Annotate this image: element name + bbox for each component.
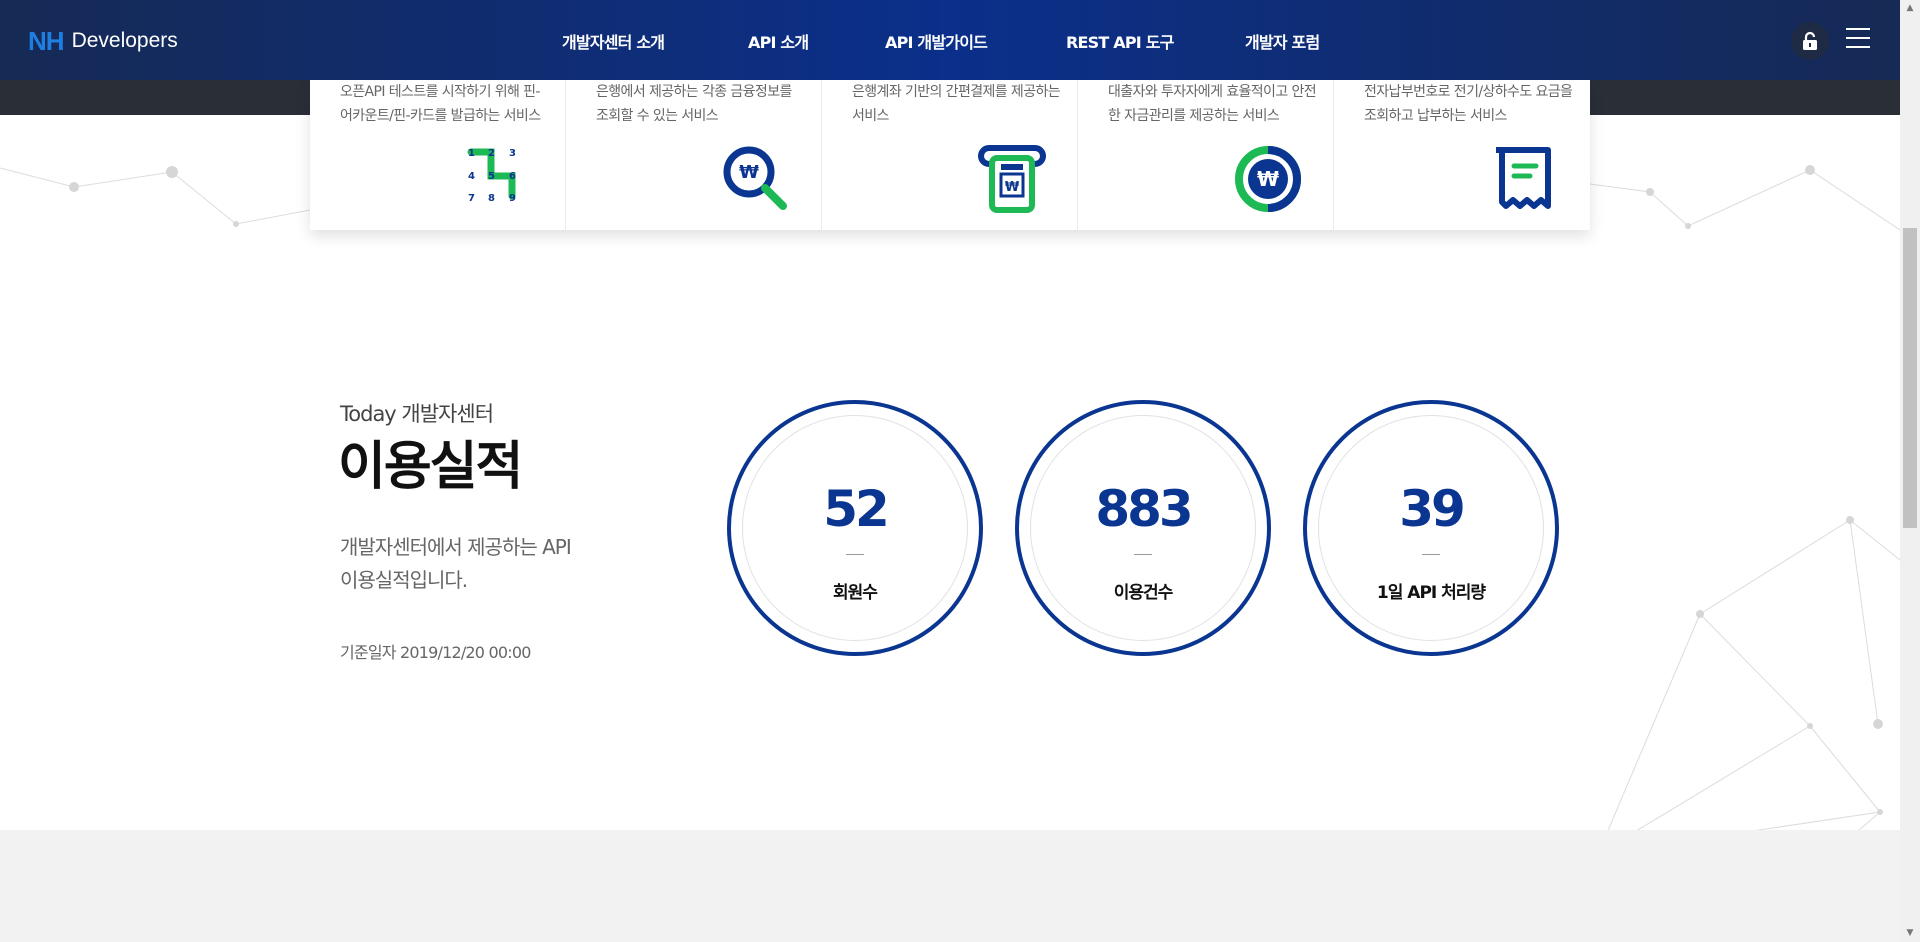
stat-value: 52 — [823, 480, 890, 538]
scroll-thumb[interactable] — [1903, 228, 1917, 528]
nav-item-rest-tool[interactable]: REST API 도구 — [1066, 29, 1174, 53]
lock-open-icon[interactable] — [1791, 22, 1829, 60]
svg-text:₩: ₩ — [1257, 167, 1279, 191]
hamburger-menu-icon[interactable] — [1846, 28, 1870, 52]
stats-desc-line2: 이용실적입니다. — [340, 568, 468, 592]
stat-label: 이용건수 — [1113, 583, 1174, 603]
nav-item-dev-guide[interactable]: API 개발가이드 — [885, 29, 988, 53]
won-search-icon: ₩ — [723, 146, 787, 210]
service-card[interactable]: 전자납부번호로 전기/상하수도 요금을 조회하고 납부하는 서비스 — [1334, 80, 1590, 230]
scroll-down-icon[interactable]: ▼ — [1900, 925, 1920, 942]
receipt-icon — [1496, 147, 1551, 209]
service-desc: 은행에서 제공하는 각종 금융정보를 조회할 수 있는 서비스 — [596, 84, 792, 124]
nav-item-about[interactable]: 개발자센터 소개 — [562, 29, 665, 53]
stat-divider — [1134, 554, 1152, 555]
page-scrollbar[interactable]: ▲ ▼ — [1900, 0, 1920, 942]
grid-digit: 3 — [509, 148, 516, 159]
service-card[interactable]: 은행에서 제공하는 각종 금융정보를 조회할 수 있는 서비스 ₩ — [566, 80, 822, 230]
stat-divider — [846, 554, 864, 555]
stat-circle-usage: 883 이용건수 — [1015, 400, 1271, 656]
grid-digit: 1 — [468, 148, 475, 159]
stat-value: 883 — [1095, 480, 1193, 538]
service-desc: 대출자와 투자자에게 효율적이고 안전한 자금관리를 제공하는 서비스 — [1108, 84, 1317, 124]
number-grid-icon: 1 2 3 4 5 6 7 8 9 — [467, 148, 516, 204]
stat-value: 39 — [1399, 480, 1466, 538]
scroll-up-icon[interactable]: ▲ — [1900, 0, 1920, 17]
service-card[interactable]: 오픈API 테스트를 시작하기 위해 핀-어카운트/핀-카드를 발급하는 서비스… — [310, 80, 566, 230]
main-nav: 개발자센터 소개 API 소개 API 개발가이드 REST API 도구 개발… — [0, 0, 1900, 80]
won-coin-icon: ₩ — [1235, 146, 1301, 212]
grid-digit: 7 — [468, 193, 475, 204]
svg-text:₩: ₩ — [739, 162, 759, 183]
stats-title: 이용실적 — [338, 437, 523, 497]
service-desc: 전자납부번호로 전기/상하수도 요금을 조회하고 납부하는 서비스 — [1364, 84, 1573, 124]
stats-basis-date: 기준일자 2019/12/20 00:00 — [340, 643, 531, 662]
stats-desc-line1: 개발자센터에서 제공하는 API — [340, 535, 572, 559]
service-desc: 은행계좌 기반의 간편결제를 제공하는 서비스 — [852, 84, 1061, 124]
grid-digit: 5 — [488, 171, 495, 182]
grid-digit: 9 — [509, 193, 516, 204]
service-cards: 오픈API 테스트를 시작하기 위해 핀-어카운트/핀-카드를 발급하는 서비스… — [310, 80, 1590, 230]
grid-digit: 4 — [468, 171, 475, 182]
won-card-payment-icon: ₩ — [978, 145, 1046, 213]
stat-circle-daily-api: 39 1일 API 처리량 — [1303, 400, 1559, 656]
site-header: NH Developers 개발자센터 소개 API 소개 API 개발가이드 … — [0, 0, 1900, 80]
grid-digit: 2 — [488, 148, 495, 159]
service-desc: 오픈API 테스트를 시작하기 위해 핀-어카운트/핀-카드를 발급하는 서비스 — [340, 84, 541, 124]
stat-label: 1일 API 처리량 — [1376, 583, 1486, 603]
stat-label: 회원수 — [833, 583, 878, 603]
svg-text:₩: ₩ — [1005, 180, 1020, 195]
nav-item-api-intro[interactable]: API 소개 — [748, 29, 809, 53]
grid-digit: 8 — [488, 193, 495, 204]
service-card[interactable]: 은행계좌 기반의 간편결제를 제공하는 서비스 ₩ — [822, 80, 1078, 230]
nav-item-forum[interactable]: 개발자 포럼 — [1245, 29, 1320, 53]
next-section-band — [0, 830, 1900, 942]
service-card[interactable]: 대출자와 투자자에게 효율적이고 안전한 자금관리를 제공하는 서비스 ₩ — [1078, 80, 1334, 230]
grid-digit: 6 — [509, 171, 516, 182]
stat-divider — [1422, 554, 1440, 555]
stat-circle-members: 52 회원수 — [727, 400, 983, 656]
